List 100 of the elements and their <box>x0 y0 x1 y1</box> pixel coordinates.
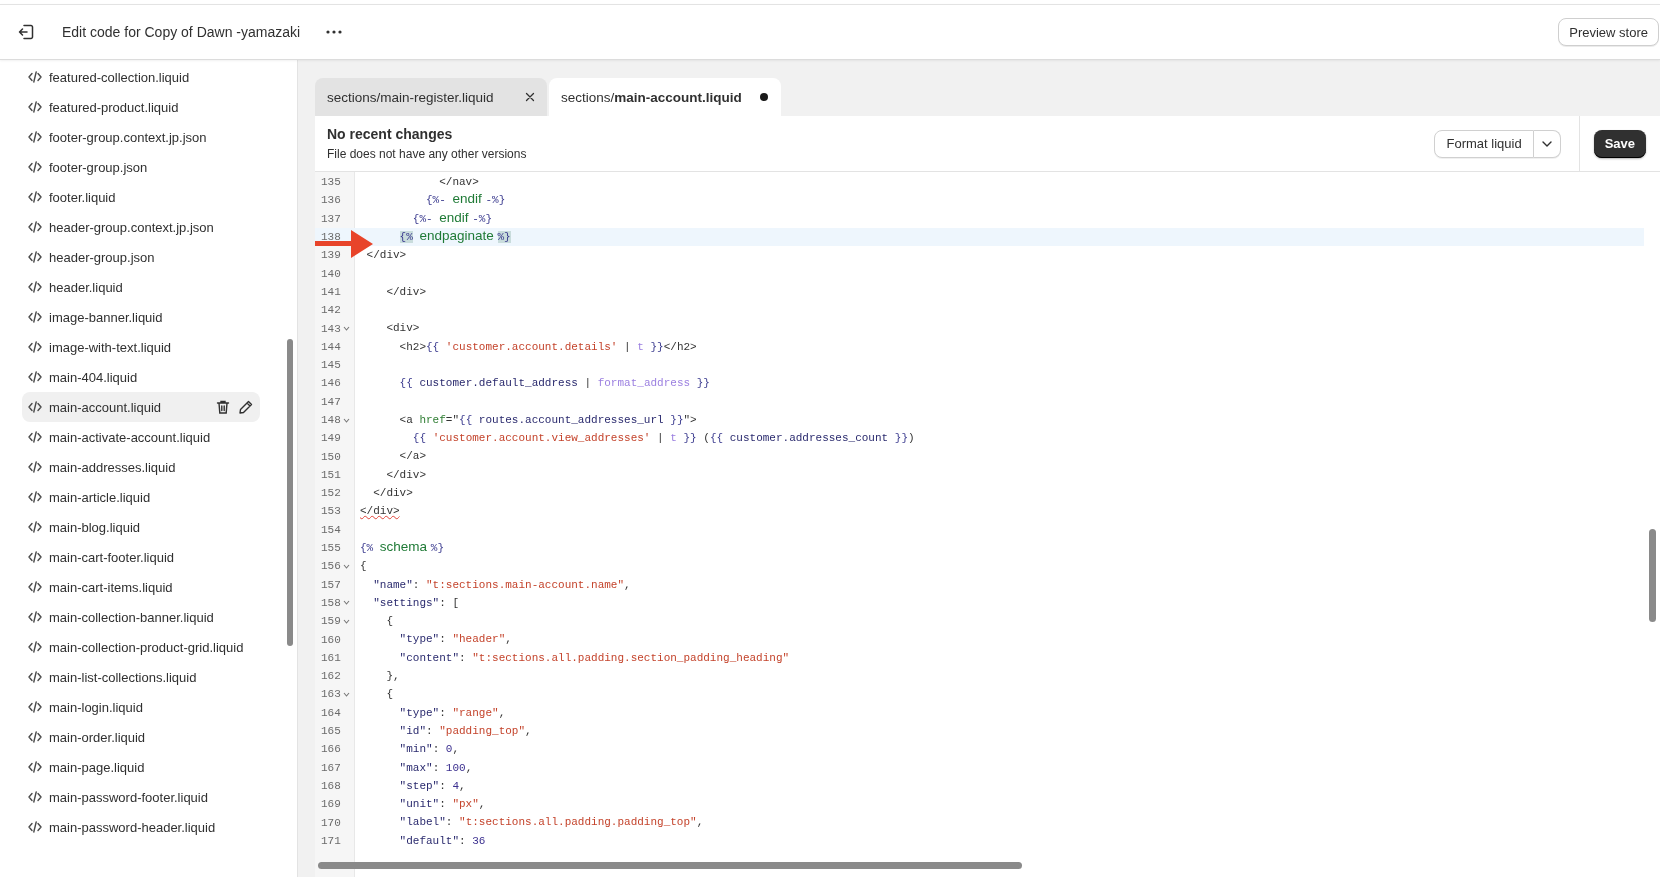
code-line: "max": 100, <box>398 760 473 776</box>
file-item[interactable]: main-blog.liquid <box>22 512 260 542</box>
scrollbar[interactable] <box>287 339 293 646</box>
file-item[interactable]: main-list-collections.liquid <box>22 662 260 692</box>
file-item[interactable]: main-page.liquid <box>22 752 260 782</box>
exit-icon[interactable] <box>17 23 35 41</box>
line-number: 140 <box>321 267 342 280</box>
code-line: "type": "range", <box>398 705 506 721</box>
code-line: </div> <box>372 486 413 502</box>
file-item[interactable]: image-with-text.liquid <box>22 332 260 362</box>
history-title: No recent changes <box>327 126 454 142</box>
code-line: }, <box>385 669 400 684</box>
file-item[interactable]: main-password-header.liquid <box>22 812 260 842</box>
code-icon <box>28 521 42 533</box>
line-number: 170 <box>321 816 342 829</box>
line-number: 166 <box>321 743 342 756</box>
code-line: </div> <box>365 248 407 264</box>
code-icon <box>28 731 42 743</box>
code-line: { <box>385 614 393 630</box>
save-button[interactable]: Save <box>1593 129 1646 158</box>
code-line: </div> <box>385 467 426 483</box>
code-icon <box>28 191 42 203</box>
line-number: 164 <box>321 706 342 719</box>
file-item[interactable]: main-order.liquid <box>22 722 260 752</box>
code-icon <box>28 551 42 563</box>
code-icon <box>28 311 42 323</box>
code-icon <box>28 461 42 473</box>
fold-chevron-icon[interactable] <box>343 326 350 331</box>
pencil-icon[interactable] <box>238 399 254 415</box>
file-item[interactable]: main-cart-footer.liquid <box>22 542 260 572</box>
code-icon <box>28 401 42 413</box>
line-number: 136 <box>321 194 342 207</box>
file-item[interactable]: main-password-footer.liquid <box>22 782 260 812</box>
line-number: 150 <box>321 450 342 463</box>
file-item[interactable]: header.liquid <box>22 272 260 302</box>
fold-chevron-icon[interactable] <box>343 618 350 624</box>
code-line: {{ customer.default_address | format_address }} <box>398 376 710 392</box>
line-number: 143 <box>321 322 342 335</box>
code-icon <box>28 491 42 503</box>
code-line: {%- endif -%} <box>411 209 493 227</box>
line-number: 155 <box>321 542 342 555</box>
file-item[interactable]: featured-collection.liquid <box>22 62 260 92</box>
line-number: 142 <box>321 304 342 317</box>
fold-chevron-icon[interactable] <box>343 417 350 423</box>
fold-chevron-icon[interactable] <box>343 600 350 606</box>
file-item[interactable]: footer.liquid <box>22 182 260 212</box>
code-line: {{ 'customer.account.view_addresses' | t }} ({{ customer.addresses_count }}) <box>411 431 915 447</box>
file-tab[interactable]: sections/main-account.liquid <box>549 78 781 116</box>
scrollbar[interactable] <box>1649 529 1656 622</box>
line-number: 154 <box>321 523 342 536</box>
code-line: {% schema %} <box>359 538 445 556</box>
file-item[interactable]: main-collection-banner.liquid <box>22 602 260 632</box>
file-item[interactable]: footer-group.context.jp.json <box>22 122 260 152</box>
code-line: "content": "t:sections.all.padding.section_padding_heading" <box>398 650 790 666</box>
code-line: "unit": "px", <box>398 797 486 813</box>
line-number: 151 <box>321 468 342 481</box>
line-number: 171 <box>321 834 342 847</box>
trash-icon[interactable] <box>215 399 231 415</box>
file-item[interactable]: main-404.liquid <box>22 362 260 392</box>
line-number: 167 <box>321 761 342 774</box>
file-item[interactable]: main-cart-items.liquid <box>22 572 260 602</box>
file-item[interactable]: main-activate-account.liquid <box>22 422 260 452</box>
line-number: 162 <box>321 670 342 683</box>
chevron-down-icon[interactable] <box>1541 140 1552 147</box>
line-number: 149 <box>321 432 342 445</box>
file-item[interactable]: image-banner.liquid <box>22 302 260 332</box>
page-title: Edit code for Copy of Dawn -yamazaki <box>62 24 301 40</box>
file-item[interactable]: main-login.liquid <box>22 692 260 722</box>
code-icon <box>28 581 42 593</box>
line-number: 163 <box>321 688 342 701</box>
file-tab[interactable]: sections/main-register.liquid <box>315 78 547 116</box>
code-line: {%- endif -%} <box>425 191 506 209</box>
fold-chevron-icon[interactable] <box>343 691 350 697</box>
line-number: 159 <box>321 615 342 628</box>
format-liquid-button[interactable]: Format liquid <box>1434 129 1534 158</box>
code-line: "type": "header", <box>398 632 512 648</box>
file-item[interactable]: main-collection-product-grid.liquid <box>22 632 260 662</box>
line-number: 135 <box>321 176 342 189</box>
line-number: 160 <box>321 633 342 646</box>
file-item[interactable]: main-account.liquid <box>22 392 260 422</box>
close-icon[interactable] <box>525 92 535 102</box>
line-number: 165 <box>321 725 342 738</box>
line-number: 137 <box>321 212 342 225</box>
more-icon[interactable] <box>326 30 343 34</box>
file-item[interactable]: main-addresses.liquid <box>22 452 260 482</box>
line-number: 153 <box>321 505 342 518</box>
fold-chevron-icon[interactable] <box>343 563 350 569</box>
file-item[interactable]: header-group.context.jp.json <box>22 212 260 242</box>
file-item[interactable]: footer-group.json <box>22 152 260 182</box>
code-line: </a> <box>398 449 426 465</box>
file-item[interactable]: featured-product.liquid <box>22 92 260 122</box>
code-icon <box>28 791 42 803</box>
preview-store-button[interactable]: Preview store <box>1558 18 1659 46</box>
scrollbar[interactable] <box>318 862 1022 869</box>
file-item[interactable]: header-group.json <box>22 242 260 272</box>
file-item[interactable]: main-article.liquid <box>22 482 260 512</box>
code-icon <box>28 701 42 713</box>
code-icon <box>28 671 42 683</box>
line-number: 168 <box>321 779 342 792</box>
code-line: "default": 36 <box>398 833 486 849</box>
